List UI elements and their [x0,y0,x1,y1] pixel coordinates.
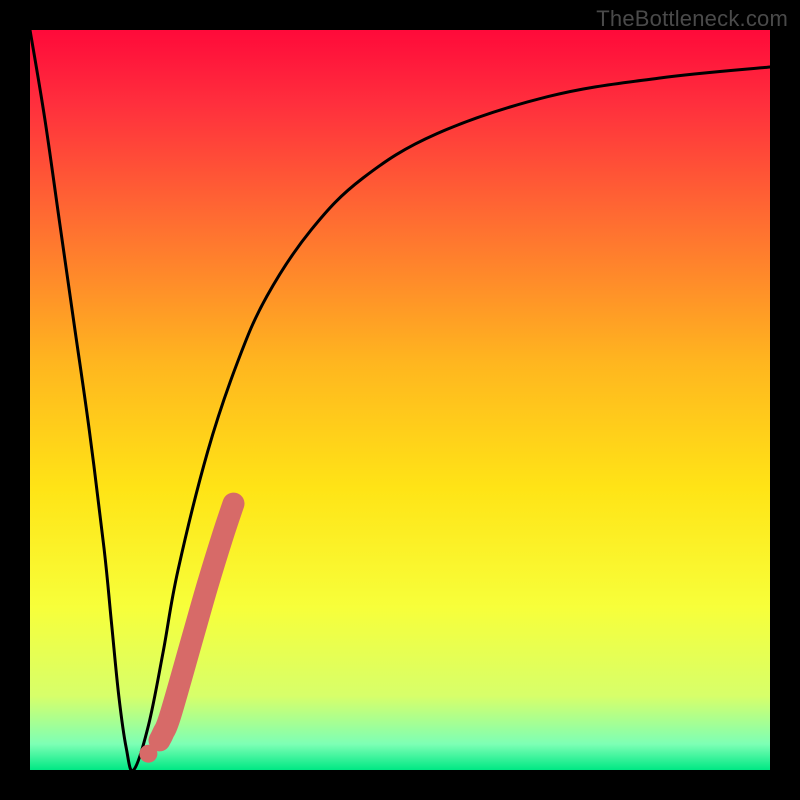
watermark-text: TheBottleneck.com [596,6,788,32]
plot-area [30,30,770,770]
highlight-dot [156,717,174,735]
chart-svg [30,30,770,770]
gradient-background [30,30,770,770]
outer-frame: TheBottleneck.com [0,0,800,800]
